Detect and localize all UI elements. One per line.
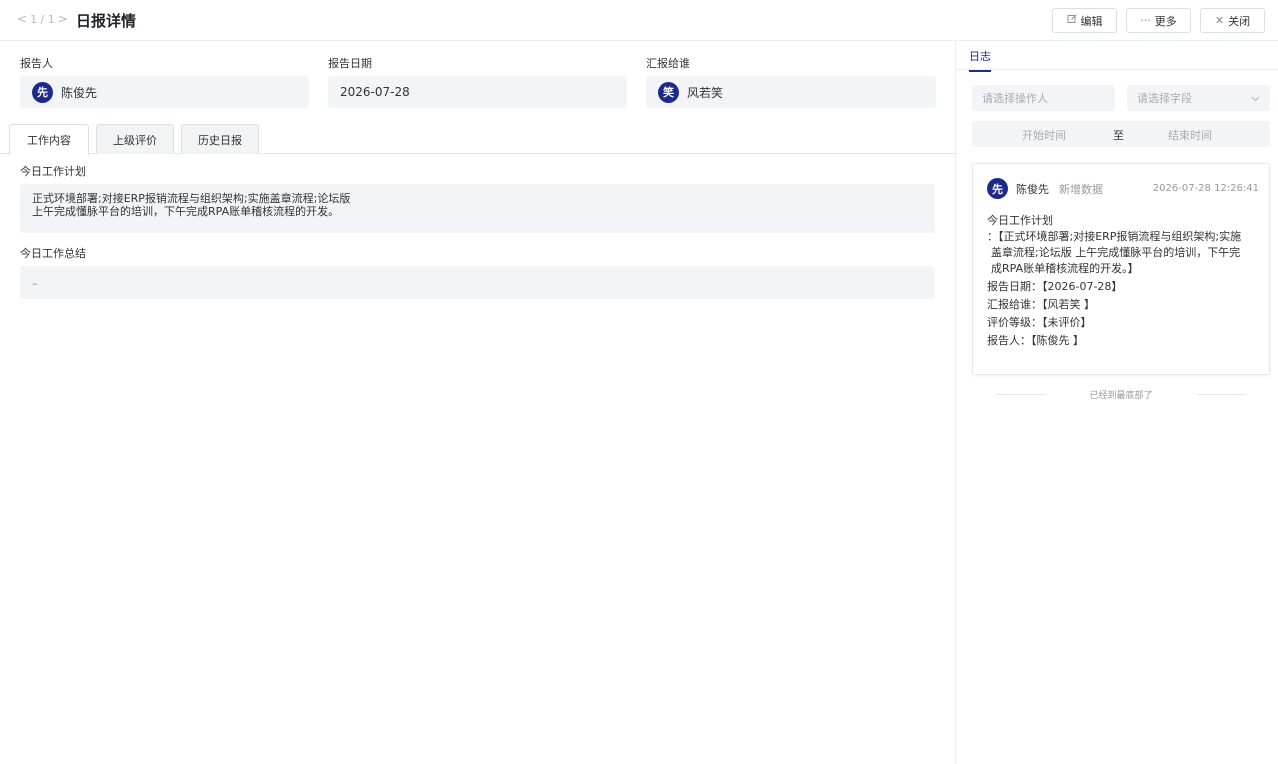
today-plan-content: 正式环境部署;对接ERP报销流程与组织架构;实施盖章流程;论坛版 上午完成懂脉平… [20,184,935,233]
log-action: 新增数据 [1059,182,1103,196]
end-of-list-text: 已经到最底部了 [1089,391,1153,401]
log-plan-title: 今日工作计划 [987,214,1053,227]
log-operator-name: 陈俊先 [1016,182,1049,196]
log-entry: 先 陈俊先 新增数据 2026-07-28 12:26:41 今日工作计划 ：【… [972,163,1270,375]
log-report-to-row: 汇报给谁：【风若笑 】 [987,298,1095,311]
report-to-label: 汇报给谁 [646,57,690,70]
pager-text: 1 / 1 [30,12,55,26]
edit-button-label: 编辑 [1080,14,1103,28]
start-time-input[interactable]: 开始时间 [1022,127,1066,143]
header-bar: < 1 / 1 > 日报详情 编辑 ··· 更多 ✕ 关闭 [0,0,1278,41]
today-plan-line: 正式环境部署;对接ERP报销流程与组织架构;实施盖章流程;论坛版 [32,192,351,205]
prev-page-icon[interactable]: < [17,12,27,26]
edit-icon [1067,14,1077,27]
report-date-label: 报告日期 [328,57,372,70]
close-icon: ✕ [1214,14,1225,27]
content-tabs: 工作内容 上级评价 历史日报 [0,124,955,155]
avatar: 先 [32,81,53,103]
operator-select-placeholder: 请选择操作人 [982,92,1048,105]
avatar: 先 [987,178,1008,199]
divider [996,394,1046,395]
today-plan-label: 今日工作计划 [20,165,86,178]
reporter-value: 陈俊先 [61,85,98,100]
log-grade-row: 评价等级：【未评价】 [987,316,1092,329]
log-entry-header: 先 陈俊先 新增数据 2026-07-28 12:26:41 [987,178,1259,199]
report-date-value: 2026-07-28 [340,85,410,99]
close-button-label: 关闭 [1228,14,1251,28]
log-date-row: 报告日期：【2026-07-28】 [987,280,1123,293]
log-tabbar: 日志 [956,41,1278,72]
daily-report-window: < 1 / 1 > 日报详情 编辑 ··· 更多 ✕ 关闭 报告人 先 陈俊先 … [0,0,1278,764]
field-select[interactable]: 请选择字段 [1127,85,1270,111]
next-page-icon[interactable]: > [58,12,68,26]
log-reporter-row: 报告人：【陈俊先 】 [987,334,1084,347]
today-summary-label: 今日工作总结 [20,247,86,260]
close-button[interactable]: ✕ 关闭 [1200,8,1265,33]
log-panel: 日志 请选择操作人 请选择字段 开始时间 至 结束时间 先 陈俊先 新增数据 2… [955,41,1278,764]
reporter-label: 报告人 [20,57,53,70]
log-plan-line: 盖章流程;论坛版 上午完成懂脉平台的培训，下午完 [991,246,1241,259]
main-panel: 报告人 先 陈俊先 报告日期 2026-07-28 汇报给谁 笑 风若笑 工作内… [0,41,955,764]
edit-button[interactable]: 编辑 [1052,8,1117,33]
chevron-down-icon [1251,92,1260,105]
log-plan-text: ：【正式环境部署;对接ERP报销流程与组织架构;实施 盖章流程;论坛版 上午完成… [987,229,1259,277]
report-to-field: 笑 风若笑 [646,76,936,108]
page-title: 日报详情 [76,12,137,30]
today-summary-content: – [20,266,935,299]
date-range-picker: 开始时间 至 结束时间 [972,121,1270,147]
more-icon: ··· [1140,14,1151,27]
tab-work-content[interactable]: 工作内容 [9,124,89,155]
report-to-value: 风若笑 [687,85,724,100]
today-plan-line: 上午完成懂脉平台的培训，下午完成RPA账单稽核流程的开发。 [32,205,340,218]
tab-supervisor-review[interactable]: 上级评价 [96,124,174,154]
reporter-field: 先 陈俊先 [20,76,309,108]
more-button[interactable]: ··· 更多 [1126,8,1191,33]
report-date-field: 2026-07-28 [328,76,627,108]
operator-select[interactable]: 请选择操作人 [972,85,1115,111]
end-time-input[interactable]: 结束时间 [1168,127,1212,143]
log-time: 2026-07-28 12:26:41 [1152,183,1259,194]
end-of-list-note: 已经到最底部了 [996,388,1247,401]
log-plan-line: ：【正式环境部署;对接ERP报销流程与组织架构;实施 [987,230,1242,243]
tab-log[interactable]: 日志 [969,48,991,72]
divider [1196,394,1247,395]
range-separator: 至 [1113,129,1124,142]
log-entry-body: 今日工作计划 ：【正式环境部署;对接ERP报销流程与组织架构;实施 盖章流程;论… [987,213,1259,351]
more-button-label: 更多 [1154,14,1177,28]
pager: < 1 / 1 > [17,12,68,26]
field-select-placeholder: 请选择字段 [1137,92,1192,105]
log-plan-line: 成RPA账单稽核流程的开发。】 [991,262,1139,275]
tab-history-reports[interactable]: 历史日报 [181,124,259,154]
avatar: 笑 [658,81,679,103]
